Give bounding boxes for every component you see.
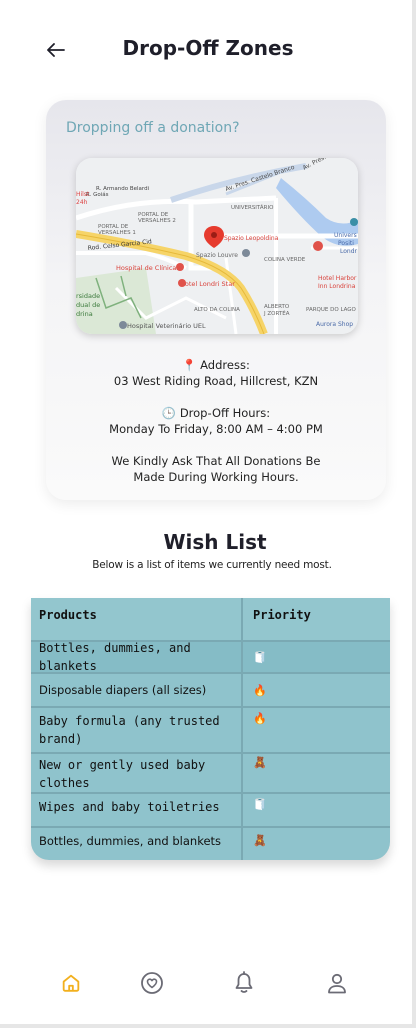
page-title: Drop-Off Zones [122,36,294,60]
table-row: Disposable diapers (all sizes) 🔥 [31,674,390,706]
svg-text:ALBERTO: ALBERTO [264,304,290,310]
table-header-row: Products Priority [31,598,390,640]
nav-notifications[interactable] [229,968,259,998]
nav-home[interactable] [56,968,86,998]
svg-text:PARQUE DO LAGO: PARQUE DO LAGO [306,307,357,313]
priority-cell: 🧻 [253,651,267,664]
svg-text:COLINA VERDE: COLINA VERDE [264,257,306,263]
svg-text:rsidade: rsidade [76,292,100,300]
column-header-products: Products [31,598,243,640]
table-row: Bottles, dummies, and blankets 🧻 [31,641,390,673]
svg-text:Spazio Leopoldina: Spazio Leopoldina [224,235,279,242]
location-map[interactable]: Av. Pres. Castelo Branco Av. Pres. Caste… [76,158,358,334]
svg-text:Londr: Londr [340,248,358,255]
svg-text:24h: 24h [76,199,88,206]
address-label: 📍 Address: [182,358,250,372]
svg-text:Aurora Shop: Aurora Shop [316,321,353,328]
svg-text:Hospital de Clínicas: Hospital de Clínicas [116,264,180,272]
home-icon [62,974,80,992]
product-cell: Bottles, dummies, and blankets [31,641,243,673]
bell-icon [235,971,253,993]
svg-text:Hotel Londri Star: Hotel Londri Star [180,280,235,288]
dropoff-heading: Dropping off a donation? [66,120,240,136]
svg-text:J ZORTÉA: J ZORTÉA [263,309,290,317]
wishlist-title: Wish List [163,530,267,554]
wishlist-table: Products Priority Bottles, dummies, and … [31,598,390,860]
user-icon [328,973,346,994]
note-line-1: We Kindly Ask That All Donations Be [111,454,321,468]
svg-text:Hotel Harbor: Hotel Harbor [318,275,357,282]
priority-cell: 🧸 [253,757,267,769]
priority-cell: 🧸 [253,835,267,847]
svg-text:drina: drina [76,310,93,318]
table-row: Baby formula (any trusted brand) 🔥 [31,708,390,752]
table-row: Bottles, dummies, and blankets 🧸 [31,828,390,860]
priority-cell: 🔥 [253,684,267,697]
svg-text:UNIVERSITÁRIO: UNIVERSITÁRIO [231,204,274,211]
svg-text:Hospital Veterinário UEL: Hospital Veterinário UEL [127,322,206,330]
table-row: Wipes and baby toiletries 🧻 [31,794,390,826]
product-cell: Disposable diapers (all sizes) [31,674,243,706]
address-value: 03 West Riding Road, Hillcrest, KZN [113,374,319,388]
nav-profile[interactable] [322,968,352,998]
svg-text:VERSALHES 2: VERSALHES 2 [138,218,176,224]
svg-text:Inn Londrina: Inn Londrina [318,283,356,290]
bottom-nav [0,960,416,1006]
screen: Drop-Off Zones Dropping off a donation? [0,0,416,1028]
svg-text:dual de: dual de [76,301,100,309]
product-cell: New or gently used baby clothes [31,754,243,792]
column-header-priority: Priority [253,608,311,622]
hours-label: 🕒 Drop-Off Hours: [161,406,271,420]
svg-text:Hilst: Hilst [76,191,90,198]
note-line-2: Made During Working Hours. [133,470,299,484]
product-cell: Bottles, dummies, and blankets [31,828,243,860]
dropoff-card: Dropping off a donation? Av. Pres. Caste… [46,100,386,500]
svg-text:Spazio Louvre: Spazio Louvre [196,252,238,259]
nav-favorites[interactable] [137,968,167,998]
svg-text:ALTO DA COLINA: ALTO DA COLINA [194,307,240,313]
product-cell: Baby formula (any trusted brand) [31,708,243,752]
svg-text:R. Goiás: R. Goiás [86,191,109,198]
priority-cell: 🧻 [253,799,267,811]
priority-cell: 🔥 [253,713,267,725]
header: Drop-Off Zones [0,30,416,70]
svg-text:Positi: Positi [338,240,354,247]
svg-text:VERSALHES 1: VERSALHES 1 [98,230,136,236]
table-row: New or gently used baby clothes 🧸 [31,754,390,792]
wishlist-subtitle: Below is a list of items we currently ne… [92,559,332,571]
product-cell: Wipes and baby toiletries [31,794,243,826]
heart-icon [141,972,163,994]
hours-value: Monday To Friday, 8:00 AM – 4:00 PM [109,422,323,436]
svg-text:Univers: Univers [334,232,357,239]
